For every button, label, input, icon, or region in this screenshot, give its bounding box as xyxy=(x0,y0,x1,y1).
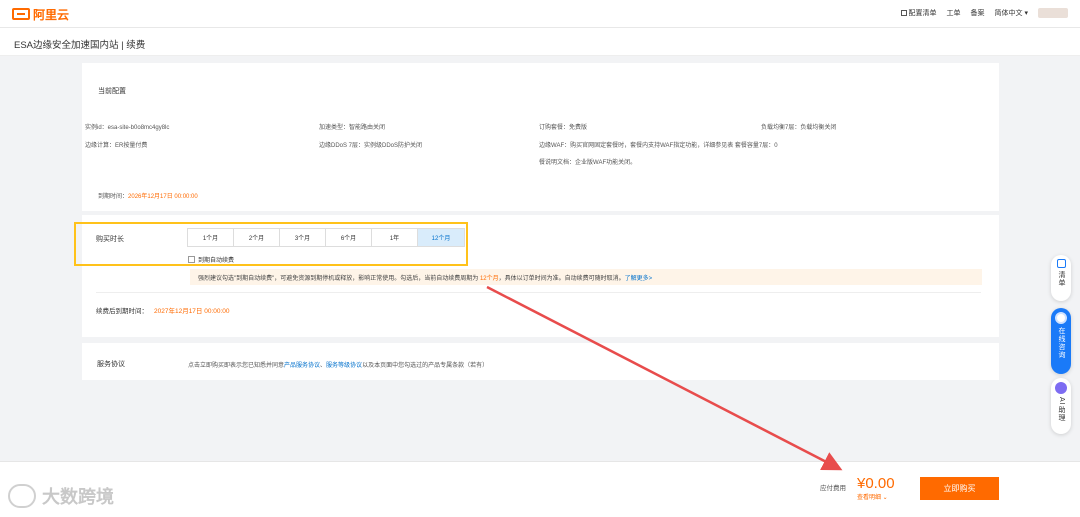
annotation-arrow xyxy=(486,285,843,471)
